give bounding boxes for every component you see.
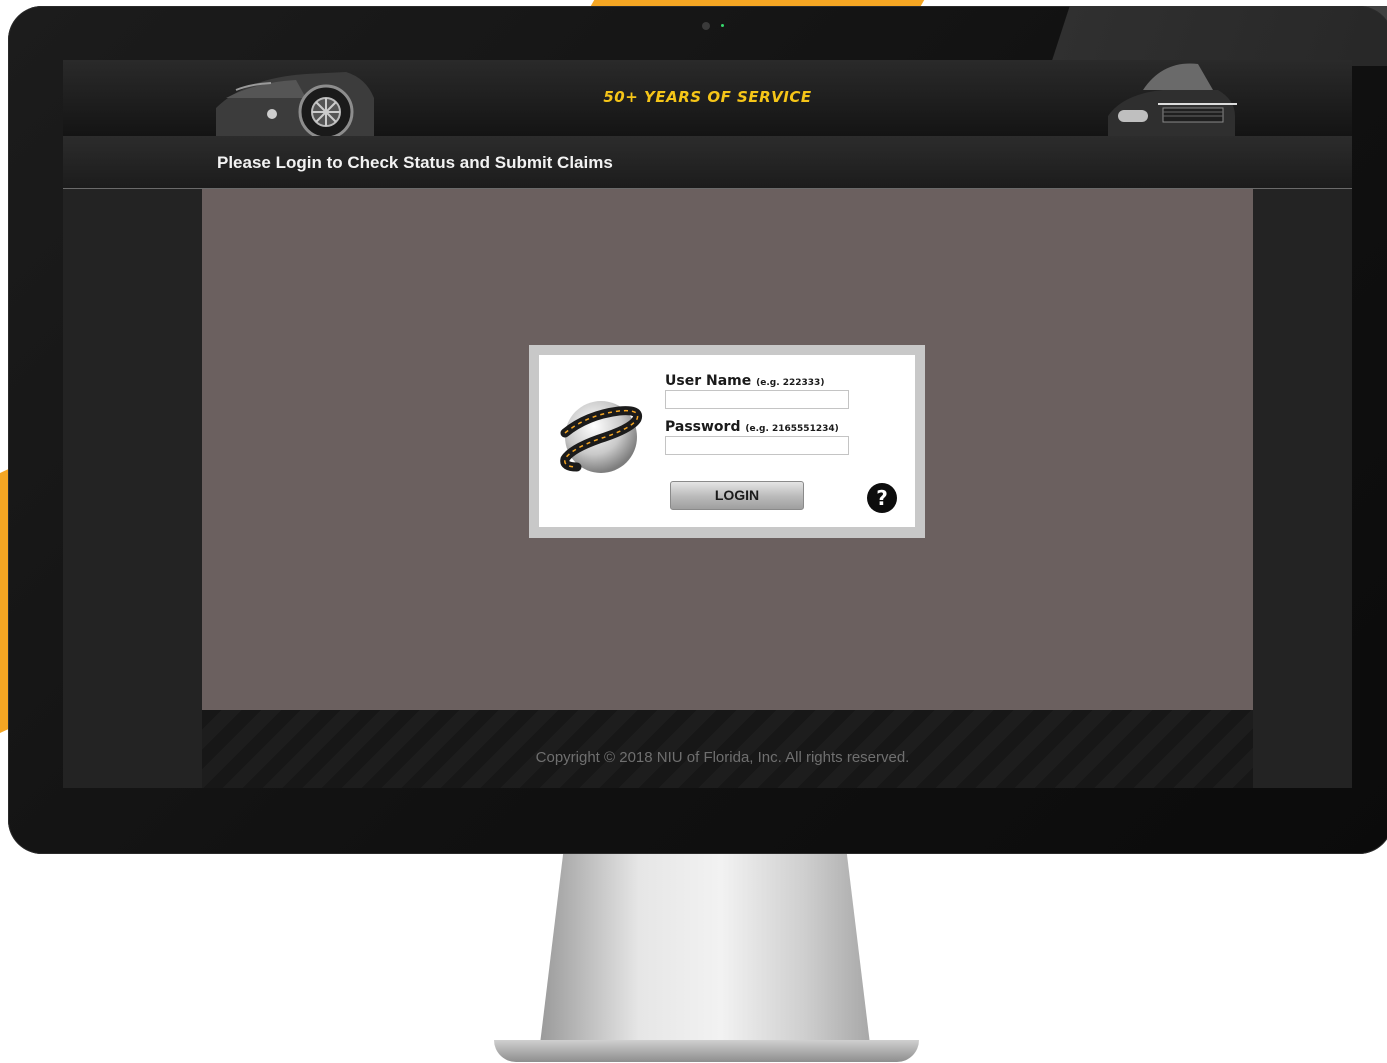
password-label-text: Password (665, 419, 741, 435)
subheader-bar: Please Login to Check Status and Submit … (63, 136, 1352, 189)
username-input[interactable] (665, 390, 849, 409)
copyright-text: Copyright © 2018 NIU of Florida, Inc. Al… (535, 749, 910, 766)
camera-icon (702, 22, 710, 30)
login-form: User Name (e.g. 222333) Password (e.g. 2… (539, 355, 915, 527)
question-circle-icon[interactable]: ? (867, 483, 897, 513)
monitor-stand (540, 854, 870, 1044)
site-header: 50+ YEARS OF SERVICE (63, 60, 1352, 136)
password-input[interactable] (665, 436, 849, 455)
car-front-image (1108, 63, 1237, 136)
username-label-text: User Name (665, 373, 752, 389)
main-content: User Name (e.g. 222333) Password (e.g. 2… (202, 189, 1253, 710)
password-hint: (e.g. 2165551234) (745, 424, 839, 434)
product-mockup-scene: 50+ YEARS OF SERVICE Please Login to Che… (0, 0, 1387, 1063)
monitor-screen: 50+ YEARS OF SERVICE Please Login to Che… (63, 60, 1352, 788)
page-title: Please Login to Check Status and Submit … (217, 153, 613, 172)
username-label: User Name (e.g. 222333) (665, 373, 824, 389)
monitor-stand-base (494, 1040, 919, 1062)
username-hint: (e.g. 222333) (756, 378, 825, 388)
camera-led-icon (721, 24, 724, 27)
site-footer: Copyright © 2018 NIU of Florida, Inc. Al… (202, 710, 1253, 788)
login-panel: User Name (e.g. 222333) Password (e.g. 2… (529, 345, 925, 538)
bezel-reflection (1050, 6, 1387, 66)
login-button[interactable]: LOGIN (670, 481, 804, 510)
globe-road-icon (560, 401, 643, 473)
password-label: Password (e.g. 2165551234) (665, 419, 839, 435)
